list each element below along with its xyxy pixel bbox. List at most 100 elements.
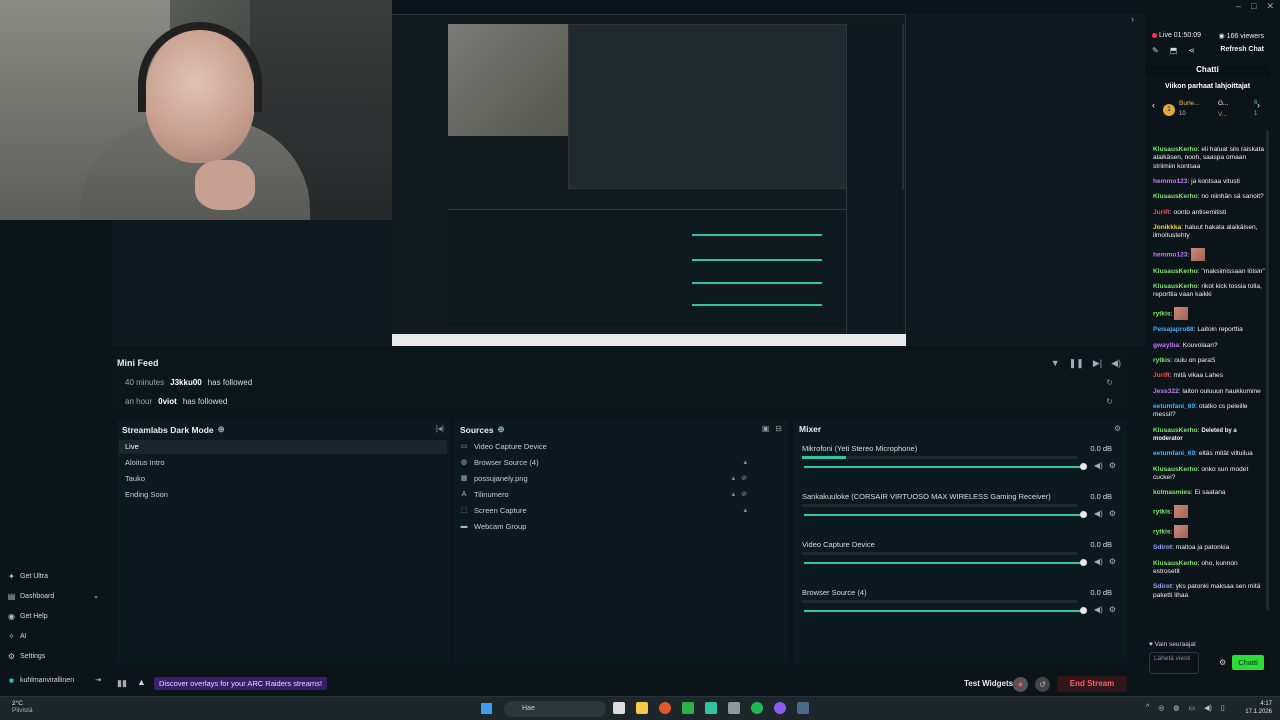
source-item[interactable]: ⬚ Screen Capture ▴ [459,504,779,518]
chat-username[interactable]: Sdirot [1153,544,1172,551]
volume-slider[interactable] [804,466,1084,468]
chat-username[interactable]: hemmo123 [1153,178,1187,185]
source-item[interactable]: ◍ Browser Source (4) ▴ [459,456,779,470]
chat-username[interactable]: KlusausKerho [1153,146,1198,153]
clock[interactable]: 4:17 17.1.2026 [1245,700,1272,716]
chat-username[interactable]: Peisajapro88 [1153,326,1194,333]
chat-username[interactable]: gwaylba [1153,342,1179,349]
nav-dashboard[interactable]: ▤ Dashboard ⌄ [7,590,105,604]
source-item[interactable]: ▭ Video Capture Device [459,440,779,454]
chat-username[interactable]: KlusausKerho [1153,427,1198,434]
add-icon[interactable]: ⊕ [498,424,505,435]
chat-username[interactable]: hemmo123 [1153,251,1187,258]
scene-item[interactable]: Live [119,440,447,454]
source-item[interactable]: ▬ Webcam Group [459,520,779,534]
chat-username[interactable]: KlusausKerho [1153,466,1198,473]
nav-get-help[interactable]: ◉ Get Help [7,610,105,624]
chevron-up-icon[interactable]: ^ [1146,704,1149,712]
collapse-chat-icon[interactable]: › [1131,14,1134,24]
volume-slider-handle[interactable] [1080,607,1087,614]
streamlabs-icon[interactable] [705,702,717,714]
scene-item[interactable]: Aloitus Intro [119,456,447,470]
gear-icon[interactable]: ⚙ [1109,605,1116,614]
folder-add-icon[interactable]: ▣ [762,424,770,433]
app-icon[interactable] [728,702,740,714]
chat-username[interactable]: JuriR [1153,372,1170,379]
test-widgets-button[interactable]: Test Widgets [964,679,1013,688]
chat-username[interactable]: KlusausKerho [1153,268,1198,275]
volume-icon[interactable]: ◀) [1204,704,1212,712]
speaker-icon[interactable]: ◀) [1094,605,1103,614]
maximize-button[interactable]: □ [1251,1,1256,13]
add-icon[interactable]: ⊕ [218,424,225,435]
speaker-icon[interactable]: ◀) [1094,557,1103,566]
transition-icon[interactable]: |◂| [436,424,444,433]
chat-username[interactable]: rytkis [1153,508,1171,515]
chat-username[interactable]: Jess322 [1153,388,1179,395]
alert-icon[interactable]: ▲ [137,677,146,687]
chat-send-button[interactable]: Chatti [1232,655,1264,670]
chevron-left-icon[interactable]: ‹ [1152,100,1155,110]
end-stream-button[interactable]: End Stream [1057,676,1127,692]
share-icon[interactable]: ⋖ [1188,46,1195,55]
taskbar-search[interactable]: Hae [504,701,606,717]
pause-icon[interactable]: ❚❚ [1069,358,1084,369]
gear-icon[interactable]: ⚙ [1219,658,1226,667]
skip-icon[interactable]: ▶| [1093,358,1102,369]
chevron-down-icon[interactable]: ⌄ [93,590,99,604]
scene-item[interactable]: Tauko [119,472,447,486]
gear-icon[interactable]: ⚙ [1109,461,1116,470]
app-tray-icon[interactable]: ◎ [1158,704,1164,712]
chat-username[interactable]: KlusausKerho [1153,193,1198,200]
nvidia-icon[interactable] [682,702,694,714]
minimize-button[interactable]: – [1236,1,1241,13]
hidden-icon[interactable]: ⊘ [741,472,747,486]
close-button[interactable]: ✕ [1266,1,1274,13]
source-item[interactable]: ▦ possujanely.png ▴ ⊘ [459,472,779,486]
chat-username[interactable]: rytkis [1153,528,1171,535]
filter-icon[interactable]: ▼ [1051,358,1060,369]
stats-icon[interactable]: ▮▮ [117,678,127,689]
scene-item[interactable]: Ending Soon [119,488,447,502]
lock-icon[interactable]: ▴ [743,504,747,518]
nav-settings[interactable]: ⚙ Settings [7,650,105,664]
steam-icon[interactable] [797,702,809,714]
volume-icon[interactable]: ◀) [1111,358,1121,369]
app-icon[interactable] [774,702,786,714]
popout-icon[interactable]: ⬒ [1170,46,1178,55]
edit-icon[interactable]: ✎ [1152,46,1159,55]
scene-collection-name[interactable]: Streamlabs Dark Mode [122,425,214,435]
gear-icon[interactable]: ⚙ [1109,509,1116,518]
chat-username[interactable]: kolmasmies [1153,489,1191,496]
file-explorer-icon[interactable] [636,702,648,714]
start-icon[interactable] [481,703,492,714]
chat-username[interactable]: eetumfani_69 [1153,450,1195,457]
promo-banner[interactable]: Discover overlays for your ARC Raiders s… [154,677,327,690]
group-icon[interactable]: ⊟ [775,424,782,433]
task-view-icon[interactable] [613,702,625,714]
nav-ai[interactable]: ✧ AI [7,630,105,644]
network-icon[interactable]: ▭ [1189,704,1196,712]
volume-slider[interactable] [804,514,1084,516]
replay-buffer-icon[interactable]: ↺ [1035,677,1050,692]
weather-widget[interactable]: 2°C Pilvistä [12,700,33,714]
volume-slider-handle[interactable] [1080,463,1087,470]
chevron-right-icon[interactable]: › [1257,100,1260,110]
lock-icon[interactable]: ▴ [732,488,736,502]
gear-icon[interactable]: ⚙ [1109,557,1116,566]
spotify-icon[interactable] [751,702,763,714]
mic-icon[interactable]: ◍ [1173,704,1179,712]
lock-icon[interactable]: ▴ [732,472,736,486]
logout-icon[interactable]: ⇥ [95,674,101,688]
chat-username[interactable]: KlusausKerho [1153,283,1198,290]
volume-slider-handle[interactable] [1080,511,1087,518]
chat-input[interactable]: Lähetä viesti [1149,652,1199,674]
speaker-icon[interactable]: ◀) [1094,509,1103,518]
scenes-title[interactable]: Streamlabs Dark Mode ⊕ [122,424,225,435]
refresh-chat-button[interactable]: Refresh Chat [1220,46,1264,53]
firefox-icon[interactable] [659,702,671,714]
nav-get-ultra[interactable]: ✦ Get Ultra [7,570,105,584]
repeat-icon[interactable]: ↻ [1106,378,1113,387]
record-button[interactable]: ● [1013,677,1028,692]
chat-username[interactable]: rytkis [1153,310,1171,317]
